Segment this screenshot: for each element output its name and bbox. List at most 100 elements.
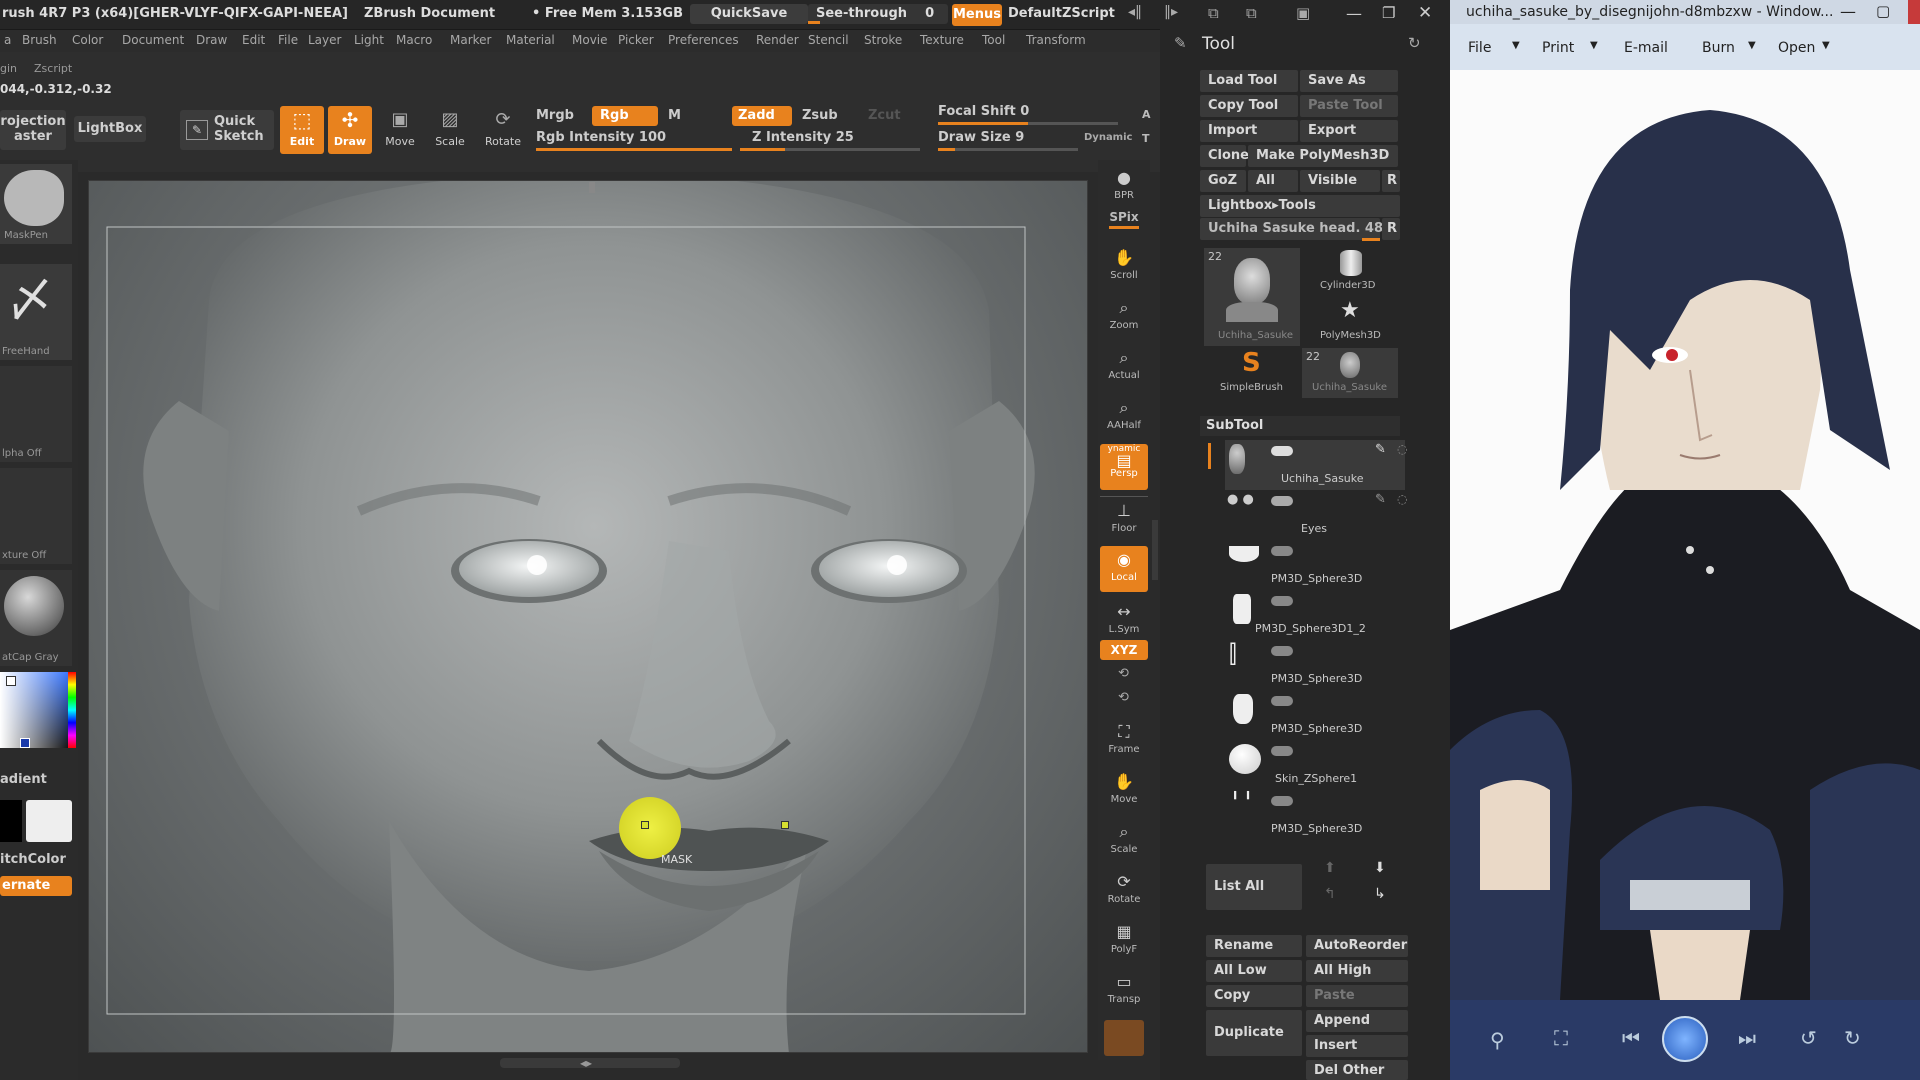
chevron-down-icon[interactable]: ▼	[1748, 40, 1756, 51]
spix-button[interactable]: SPix	[1100, 210, 1148, 234]
reset-icon[interactable]: ↻	[1408, 34, 1421, 52]
alpha-selector[interactable]: lpha Off	[0, 366, 72, 462]
head-model[interactable]	[89, 181, 1088, 1053]
rotate-button[interactable]: ⟳ Rotate	[480, 106, 526, 154]
tool-thumb-uchiha-sasuke-2[interactable]: 22 Uchiha_Sasuke	[1302, 348, 1398, 398]
rotate-y-icon[interactable]: ⟲	[1118, 666, 1129, 681]
z-intensity-slider[interactable]	[740, 148, 920, 151]
scroll-button[interactable]: ✋ Scroll	[1100, 244, 1148, 290]
chevron-down-icon[interactable]: ▼	[1512, 40, 1520, 51]
move-up-icon[interactable]: ⬆	[1324, 860, 1336, 876]
menu-item[interactable]: Document	[122, 33, 184, 47]
prev-layout-icon[interactable]: ◂‖	[1128, 4, 1142, 20]
menu-item[interactable]: File	[278, 33, 298, 47]
list-all-button[interactable]: List All	[1206, 864, 1302, 910]
rotate-z-icon[interactable]: ⟲	[1118, 690, 1129, 705]
insert-button[interactable]: Insert	[1306, 1035, 1408, 1057]
hue-handle[interactable]	[20, 738, 30, 748]
menu-item[interactable]: Material	[506, 33, 555, 47]
actual-button[interactable]: ⌕ Actual	[1100, 344, 1148, 390]
visibility-toggle[interactable]	[1271, 646, 1293, 656]
save-as-button[interactable]: Save As	[1300, 70, 1398, 92]
dynamic-button[interactable]: Dynamic	[1084, 132, 1132, 143]
menu-item[interactable]: Color	[72, 33, 103, 47]
goz-r-button[interactable]: R	[1382, 170, 1400, 192]
move-right-icon[interactable]: ↳	[1374, 886, 1386, 902]
move-left-icon[interactable]: ↰	[1324, 886, 1336, 902]
tool-thumb-cylinder3d[interactable]: Cylinder3D	[1302, 248, 1398, 296]
bottom-tray-arrow-icon[interactable]: ◂▸	[580, 1056, 592, 1070]
quick-sketch-button[interactable]: ✎ Quick Sketch	[180, 110, 274, 150]
canvas-viewport[interactable]: MASK	[88, 180, 1088, 1053]
menu-item[interactable]: Macro	[396, 33, 432, 47]
menu-item[interactable]: Render	[756, 33, 799, 47]
brush-selector[interactable]: MaskPen	[0, 164, 72, 244]
tool-thumb-uchiha-sasuke[interactable]: 22 Uchiha_Sasuke	[1204, 248, 1300, 346]
menu-item[interactable]: Draw	[196, 33, 227, 47]
view-move-button[interactable]: ✋ Move	[1100, 768, 1148, 814]
duplicate-button[interactable]: Duplicate	[1206, 1010, 1302, 1056]
view-rotate-button[interactable]: ⟳ Rotate	[1100, 868, 1148, 914]
viewer-close-button[interactable]	[1908, 0, 1920, 24]
edit-polypaint-icon[interactable]: ✎	[1375, 442, 1386, 457]
all-low-button[interactable]: All Low	[1206, 960, 1302, 982]
menu-item[interactable]: Tool	[982, 33, 1005, 47]
tool-thumb-simplebrush[interactable]: S SimpleBrush	[1204, 348, 1300, 398]
quicksave-button[interactable]: QuickSave	[690, 4, 808, 24]
all-high-button[interactable]: All High	[1306, 960, 1408, 982]
append-button[interactable]: Append	[1306, 1010, 1408, 1032]
a-button[interactable]: A	[1142, 108, 1151, 121]
actual-size-icon[interactable]: ⛶	[1554, 1026, 1568, 1050]
rotate-ccw-icon[interactable]: ↺	[1800, 1026, 1817, 1050]
menu-item[interactable]: Transform	[1026, 33, 1086, 47]
goz-visible-button[interactable]: Visible	[1300, 170, 1380, 192]
del-other-button[interactable]: Del Other	[1306, 1060, 1408, 1080]
viewer-menu-file[interactable]: File	[1468, 40, 1491, 56]
persp-button[interactable]: ynamic ▤ Persp	[1100, 444, 1148, 490]
visibility-toggle[interactable]	[1271, 546, 1293, 556]
visibility-toggle[interactable]	[1271, 696, 1293, 706]
subtool-row[interactable]: ✎ ◌ Uchiha_Sasuke	[1225, 440, 1407, 490]
transp-button[interactable]: ▭ Transp	[1100, 968, 1148, 1014]
menu-item[interactable]: Picker	[618, 33, 654, 47]
make-polymesh3d-button[interactable]: Make PolyMesh3D	[1248, 145, 1398, 167]
visibility-toggle[interactable]	[1271, 496, 1293, 506]
visibility-toggle[interactable]	[1271, 796, 1293, 806]
menu-item[interactable]: Zscript	[34, 62, 72, 75]
current-tool-slider[interactable]: Uchiha Sasuke head. 48	[1200, 218, 1383, 240]
t-button[interactable]: T	[1142, 132, 1150, 145]
menu-item[interactable]: Preferences	[668, 33, 739, 47]
texture-selector[interactable]: xture Off	[0, 468, 72, 564]
menu-item[interactable]: Stroke	[864, 33, 902, 47]
aahalf-button[interactable]: ⌕ AAHalf	[1100, 394, 1148, 440]
slideshow-button[interactable]	[1662, 1016, 1708, 1062]
tray-divider-handle[interactable]	[1152, 520, 1158, 580]
next-layout-icon[interactable]: ‖▸	[1164, 4, 1178, 20]
lightbox-tools-button[interactable]: Lightbox▸Tools	[1200, 195, 1400, 217]
menu-item[interactable]: Texture	[920, 33, 964, 47]
visibility-toggle[interactable]	[1271, 446, 1293, 456]
subtool-row[interactable]: PM3D_Sphere3D1_2	[1225, 590, 1405, 640]
subtool-row[interactable]: PM3D_Sphere3D	[1225, 690, 1405, 740]
viewer-menu-burn[interactable]: Burn	[1702, 40, 1735, 56]
edit-polypaint-icon[interactable]: ✎	[1375, 492, 1386, 507]
menu-item[interactable]: Movie	[572, 33, 608, 47]
ghost-button[interactable]	[1104, 1020, 1144, 1056]
zsub-button[interactable]: Zsub	[802, 108, 838, 123]
view-scale-button[interactable]: ⌕ Scale	[1100, 818, 1148, 864]
viewer-minimize-icon[interactable]: —	[1840, 2, 1856, 21]
subtool-row[interactable]: ╹ ╹ PM3D_Sphere3D	[1225, 790, 1405, 840]
zoom-button[interactable]: ⌕ Zoom	[1100, 294, 1148, 340]
previous-icon[interactable]: ⏮	[1622, 1026, 1640, 1050]
focal-shift-slider[interactable]	[938, 122, 1118, 125]
stroke-selector[interactable]: 〆 FreeHand	[0, 264, 72, 360]
zoom-icon[interactable]: ⚲	[1490, 1028, 1505, 1052]
subtool-row[interactable]: ● ● ✎ ◌ Eyes	[1225, 490, 1407, 540]
menus-button[interactable]: Menus	[952, 4, 1002, 26]
menu-item[interactable]: Edit	[242, 33, 265, 47]
rgb-intensity-slider[interactable]	[536, 148, 732, 151]
load-tool-button[interactable]: Load Tool	[1200, 70, 1298, 92]
polyf-button[interactable]: ▦ PolyF	[1100, 918, 1148, 964]
visibility-toggle[interactable]	[1271, 596, 1293, 606]
autoreorder-button[interactable]: AutoReorder	[1306, 935, 1408, 957]
